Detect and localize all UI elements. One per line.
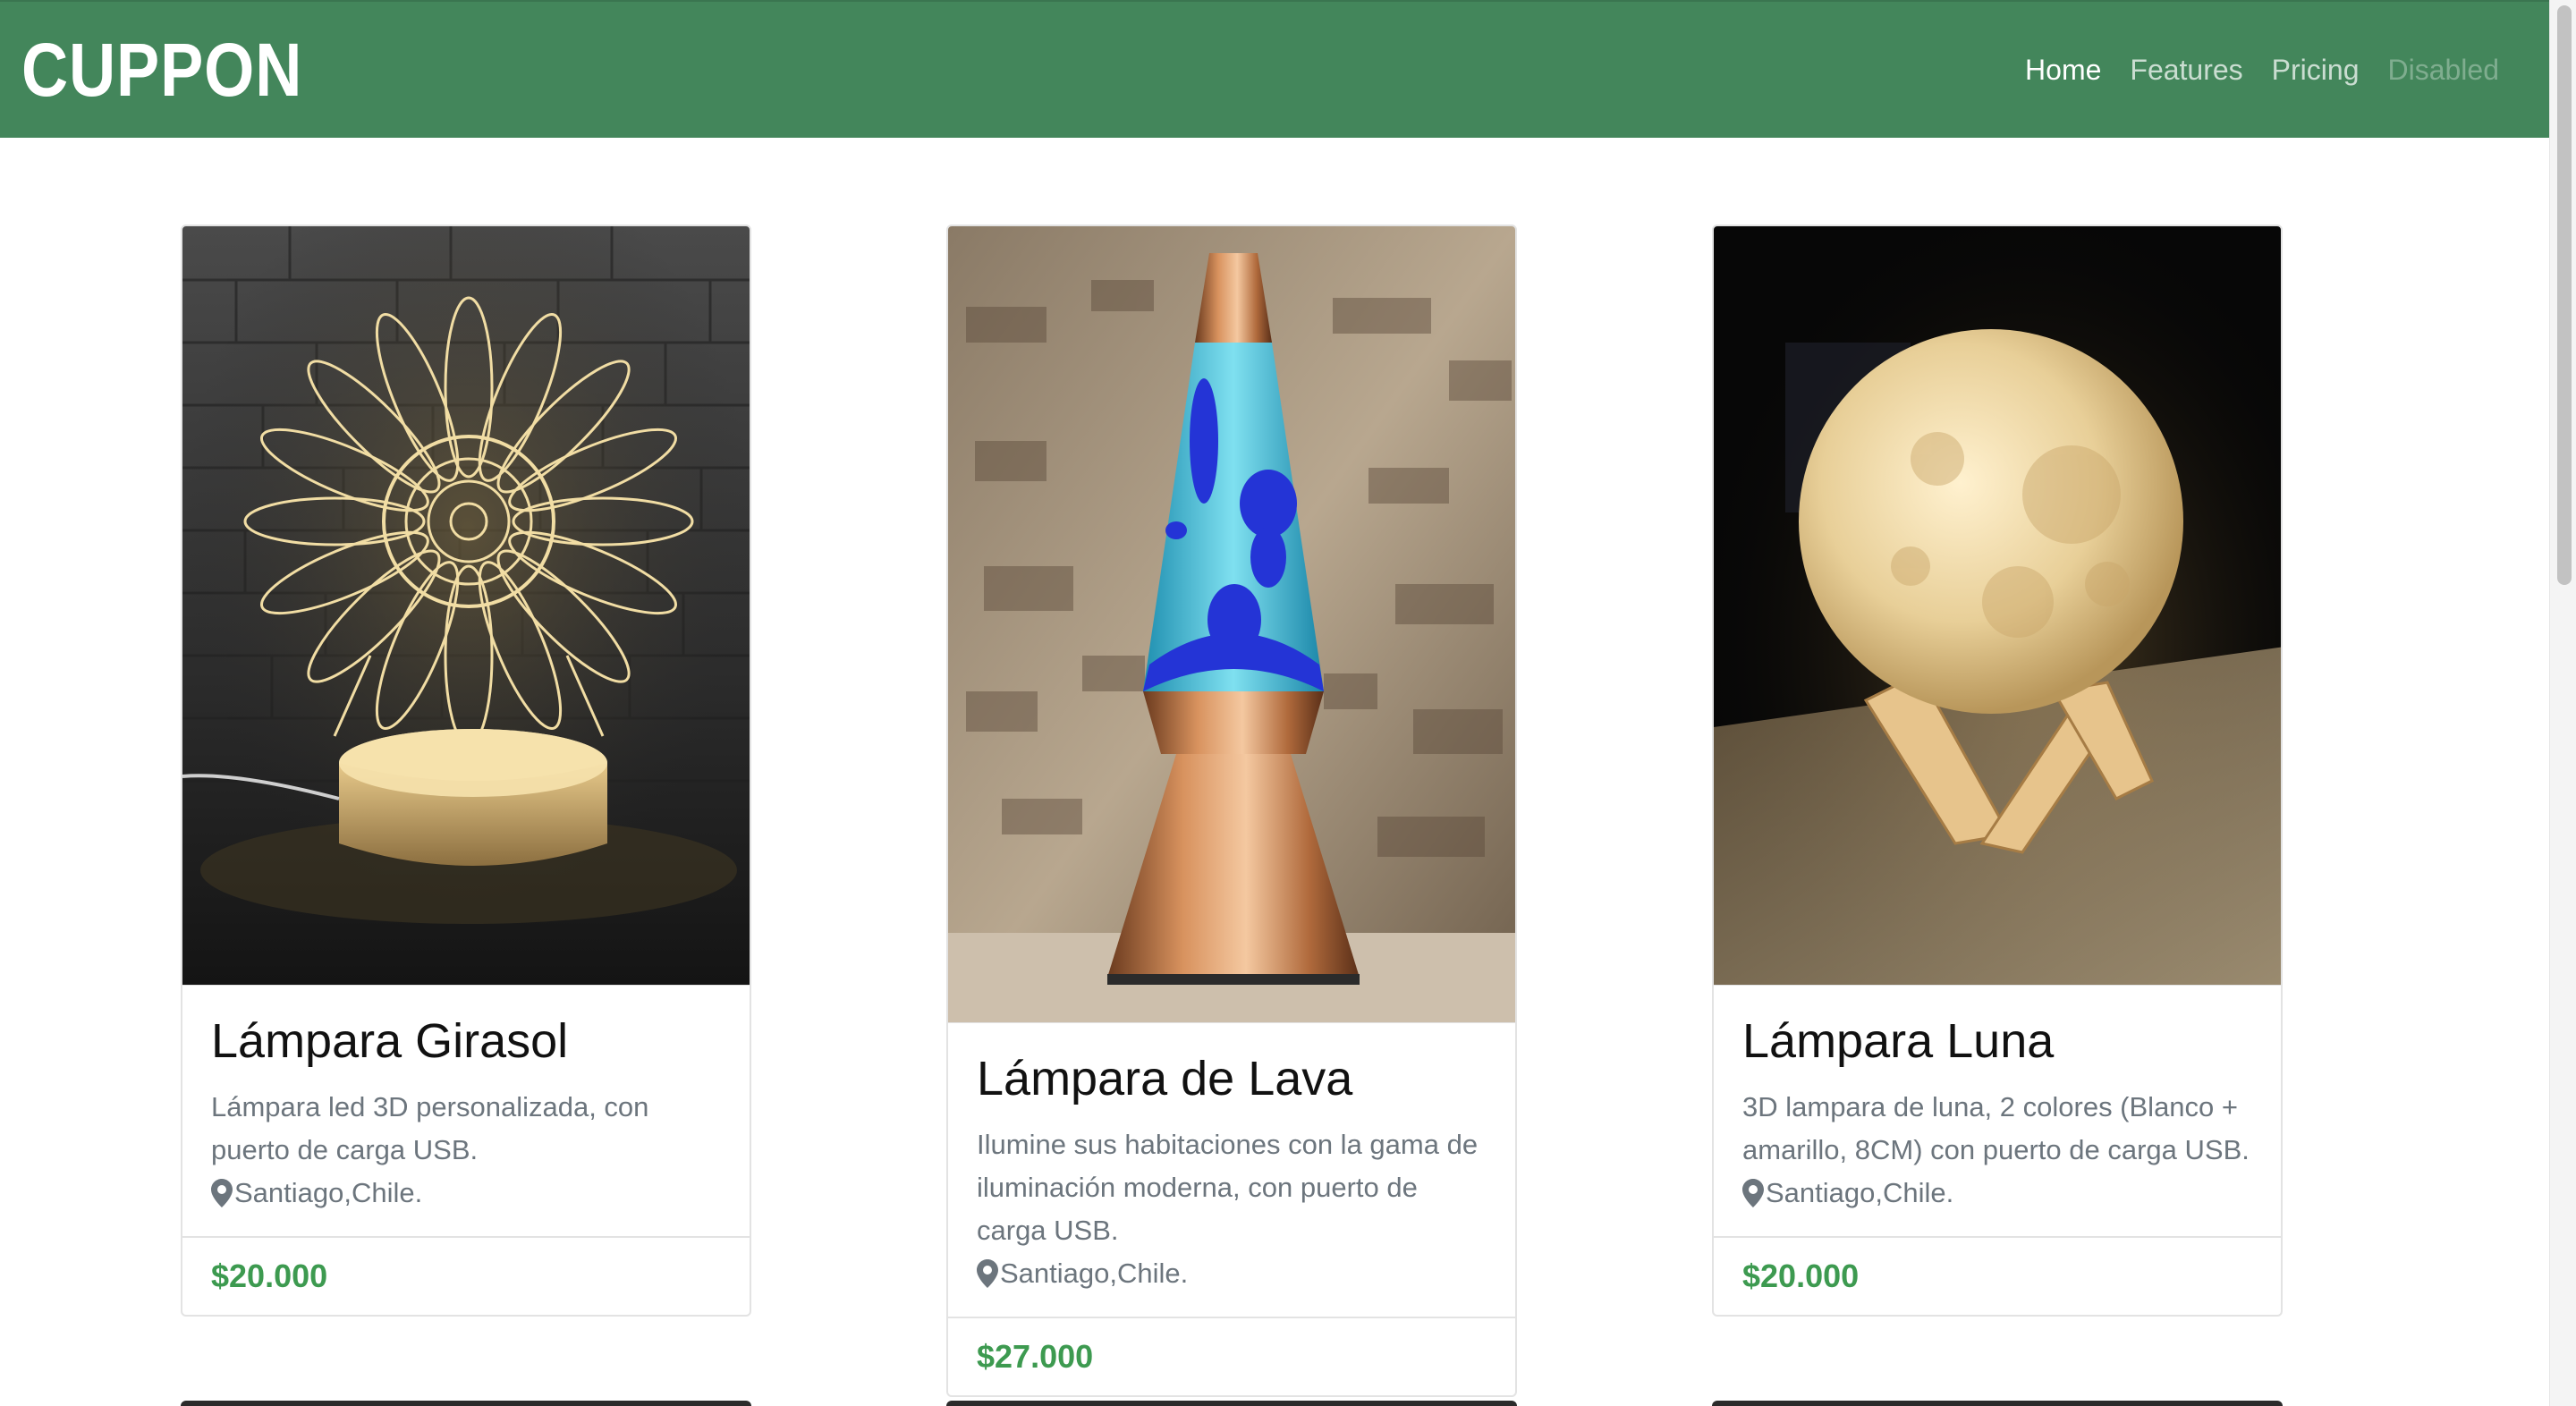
- product-image-luna: [1714, 226, 2281, 985]
- vertical-scrollbar[interactable]: [2549, 0, 2576, 1406]
- product-description: 3D lampara de luna, 2 colores (Blanco + …: [1742, 1091, 2250, 1165]
- map-pin-icon: [211, 1179, 233, 1207]
- product-title[interactable]: Lámpara Luna: [1742, 1012, 2252, 1070]
- product-title[interactable]: Lámpara de Lava: [977, 1050, 1487, 1107]
- location-text: Santiago,Chile.: [1000, 1258, 1189, 1289]
- map-pin-icon: [977, 1259, 998, 1288]
- product-card-luna[interactable]: Lámpara Luna 3D lampara de luna, 2 color…: [1712, 224, 2283, 1317]
- product-image-lava: [948, 226, 1515, 1022]
- product-description: Lámpara led 3D personalizada, con puerto…: [211, 1091, 649, 1165]
- next-card-edge: [181, 1401, 751, 1406]
- next-card-edge: [1712, 1401, 2283, 1406]
- scrollbar-thumb[interactable]: [2557, 5, 2572, 585]
- product-card-lava[interactable]: Lámpara de Lava Ilumine sus habitaciones…: [946, 224, 1517, 1397]
- product-description: Ilumine sus habitaciones con la gama de …: [977, 1129, 1479, 1246]
- product-title[interactable]: Lámpara Girasol: [211, 1012, 721, 1070]
- page: CUPPON Home Features Pricing Disabled Lá…: [0, 0, 2576, 1406]
- nav-link-features[interactable]: Features: [2115, 52, 2257, 88]
- next-card-edge: [946, 1401, 1517, 1406]
- card-body: Lámpara Girasol Lámpara led 3D personali…: [182, 985, 750, 1236]
- nav-link-disabled: Disabled: [2387, 54, 2499, 86]
- product-price: $27.000: [948, 1317, 1515, 1395]
- location-text: Santiago,Chile.: [1766, 1177, 1954, 1208]
- nav-link-pricing[interactable]: Pricing: [2258, 52, 2374, 88]
- nav-links: Home Features Pricing Disabled: [2011, 52, 2513, 88]
- location-text: Santiago,Chile.: [234, 1177, 423, 1208]
- product-location: Santiago,Chile.: [977, 1252, 1487, 1295]
- brand-logo[interactable]: CUPPON: [21, 27, 302, 114]
- product-price: $20.000: [182, 1236, 750, 1315]
- product-location: Santiago,Chile.: [211, 1172, 721, 1215]
- map-pin-icon: [1742, 1179, 1764, 1207]
- product-price: $20.000: [1714, 1236, 2281, 1315]
- card-body: Lámpara de Lava Ilumine sus habitaciones…: [948, 1022, 1515, 1317]
- nav-link-home[interactable]: Home: [2011, 52, 2115, 88]
- navbar: CUPPON Home Features Pricing Disabled: [0, 0, 2549, 138]
- product-card-girasol[interactable]: Lámpara Girasol Lámpara led 3D personali…: [181, 224, 751, 1317]
- product-image-girasol: [182, 226, 750, 985]
- product-location: Santiago,Chile.: [1742, 1172, 2252, 1215]
- card-body: Lámpara Luna 3D lampara de luna, 2 color…: [1714, 985, 2281, 1236]
